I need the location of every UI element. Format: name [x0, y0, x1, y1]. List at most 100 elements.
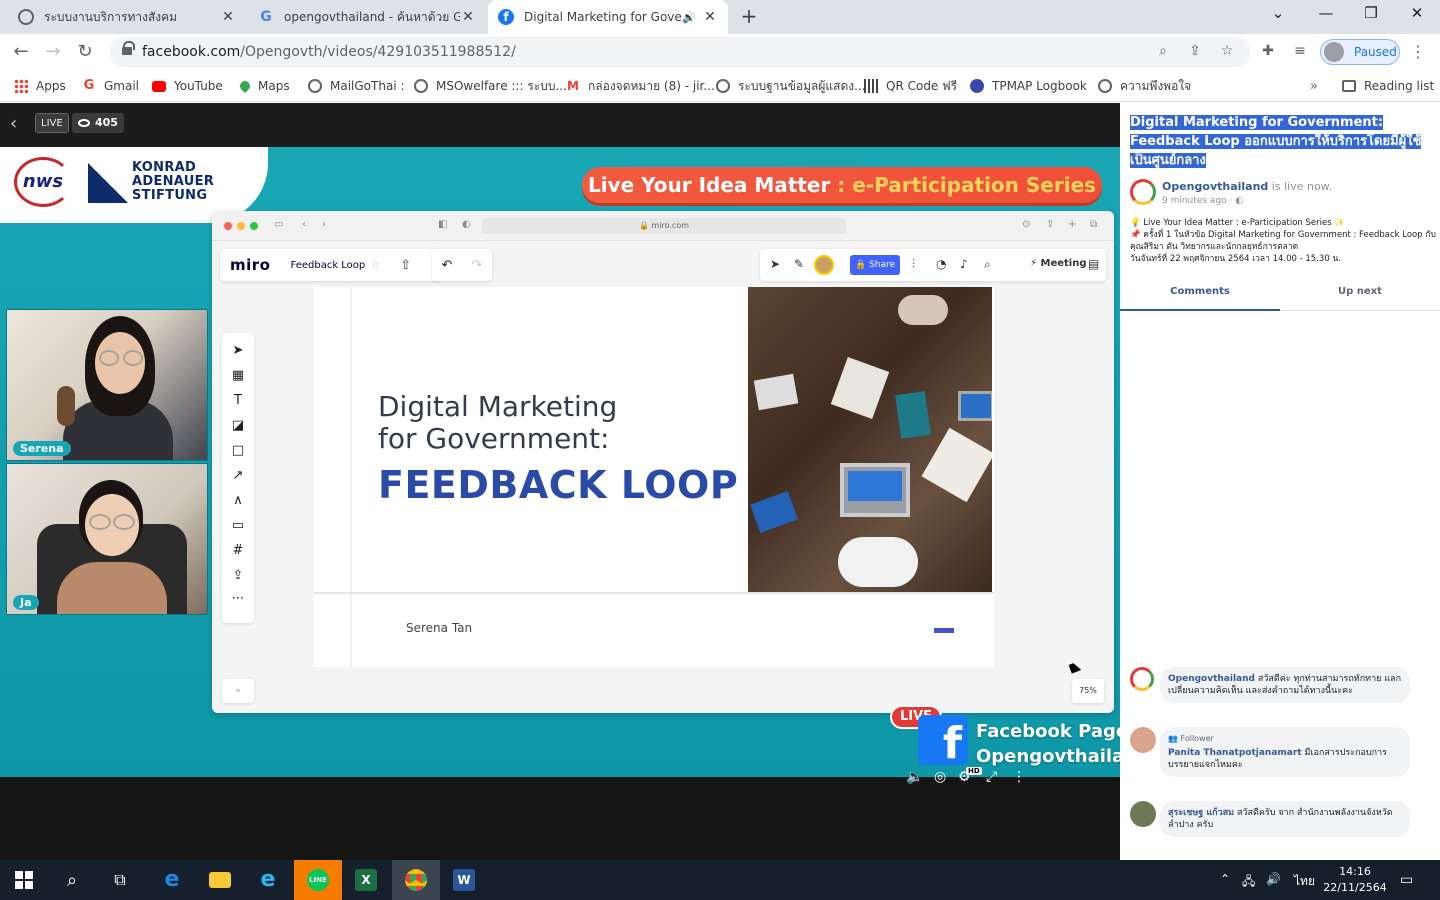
bookmark-apps[interactable]: Apps: [14, 77, 66, 95]
search-button[interactable]: ⌕: [48, 860, 96, 900]
minimize-button[interactable]: —: [1314, 4, 1338, 22]
lock-icon[interactable]: [122, 41, 135, 57]
address-bar[interactable]: facebook.com/Opengovth/videos/4291035119…: [110, 37, 1250, 67]
volume-tray-icon[interactable]: 🔊: [1266, 872, 1281, 886]
chat-bubble-icon[interactable]: ◎: [934, 769, 946, 785]
comment-bubble: Opengovthailand สวัสดีค่ะ ทุกท่านสามารถท…: [1160, 667, 1410, 703]
slide-title: Digital Marketing for Government:: [378, 390, 618, 455]
back-chevron-icon[interactable]: ‹: [10, 113, 17, 134]
bookmark-star-icon[interactable]: ☆: [1218, 43, 1236, 61]
volume-icon[interactable]: 🔈: [906, 769, 923, 785]
search-icon: ⌕: [66, 869, 78, 891]
system-clock[interactable]: 14:16 22/11/2564: [1318, 864, 1392, 896]
video-title[interactable]: Digital Marketing for Government: Feedba…: [1130, 113, 1432, 170]
bookmark-inbox[interactable]: M กล่องจดหมาย (8) - jir...: [566, 77, 715, 95]
photo-paper: [830, 356, 890, 420]
bookmark-gmail[interactable]: G Gmail: [82, 77, 139, 95]
taskbar-file-explorer[interactable]: [196, 860, 244, 900]
photo-screen: [848, 471, 902, 501]
slide-canvas: Digital Marketing for Government: FEEDBA…: [314, 287, 994, 667]
media-control-icon[interactable]: ≡: [1290, 43, 1310, 63]
redo-icon: ↷: [471, 257, 483, 273]
tab-search-icon[interactable]: ⌄: [1266, 4, 1290, 22]
taskbar-word[interactable]: W: [440, 860, 488, 900]
slide-margin-line: [350, 287, 352, 667]
tab-google-search[interactable]: G opengovthailand - ค้นหาด้วย Goo ✕: [248, 0, 486, 34]
bookmark-msowelfare[interactable]: MSOwelfare ::: ระบบ...: [414, 77, 567, 95]
tab-icon: ◧: [438, 219, 448, 230]
notification-icon[interactable]: ▭: [1400, 872, 1413, 888]
google-icon: G: [83, 78, 95, 93]
glasses-icon: [89, 514, 111, 530]
tab-up-next[interactable]: Up next: [1280, 279, 1440, 311]
new-tab-button[interactable]: +: [738, 6, 760, 28]
input-language[interactable]: ไทย: [1294, 872, 1315, 891]
fullscreen-icon[interactable]: ⤢: [986, 769, 997, 785]
commenter-avatar[interactable]: [1130, 727, 1156, 753]
bookmarks-bar: Apps G Gmail YouTube Maps MailGoThai : MS…: [0, 70, 1440, 102]
series-banner: Live Your Idea Matter : e-Participation …: [582, 167, 1102, 203]
task-view-button[interactable]: ⧉: [96, 860, 144, 900]
tab-title: opengovthailand - ค้นหาด้วย Goo: [284, 9, 460, 24]
tray-chevron-icon[interactable]: ⌃: [1220, 872, 1230, 886]
profile-button[interactable]: Paused: [1320, 39, 1400, 65]
video-player[interactable]: ‹ LIVE 405 nws KONRAD ADENAUER STIFTUNG …: [0, 103, 1120, 860]
bookmark-database[interactable]: ระบบฐานข้อมูลผู้แสดง...: [716, 77, 866, 95]
notes-icon: ▤: [1088, 257, 1100, 271]
windows-taskbar: ⌕ ⧉ e e LINE X W ⌃ 🖧 🔊 ไทย 14:16 22/11/2…: [0, 860, 1440, 900]
taskbar-ie[interactable]: e: [244, 860, 292, 900]
close-tab-icon[interactable]: ✕: [460, 9, 476, 25]
chrome-icon: [405, 869, 427, 891]
bookmarks-overflow[interactable]: »: [1310, 77, 1318, 95]
extensions-icon[interactable]: ✚: [1258, 43, 1278, 63]
commenter-avatar[interactable]: [1130, 801, 1156, 827]
qr-code-icon: [864, 79, 878, 93]
upload-icon: ⇧: [400, 257, 412, 273]
tab-social-service[interactable]: ระบบงานบริการทางสังคม ✕: [8, 0, 246, 34]
bookmark-maps[interactable]: Maps: [237, 77, 290, 95]
bookmark-mailgothai[interactable]: MailGoThai :: [308, 77, 405, 95]
eye-icon: [78, 119, 90, 127]
network-icon[interactable]: 🖧: [1242, 872, 1255, 893]
close-window-button[interactable]: ✕: [1405, 4, 1429, 22]
taskbar-chrome[interactable]: [392, 860, 440, 900]
page-name-link[interactable]: Opengovthailand: [1162, 180, 1268, 193]
more-options-icon[interactable]: ⋮: [1012, 769, 1026, 785]
meeting-button: ⚡ Meeting: [1030, 258, 1087, 269]
taskbar-excel[interactable]: X: [342, 860, 390, 900]
reading-list-button[interactable]: Reading list: [1342, 77, 1434, 95]
bookmark-satisfaction[interactable]: ความพึงพอใจ: [1098, 77, 1191, 95]
tab-comments[interactable]: Comments: [1120, 279, 1280, 311]
zoom-icon[interactable]: ⌕: [1154, 43, 1172, 61]
reading-list-icon: [1342, 80, 1356, 92]
bookmark-qrcode[interactable]: QR Code ฟรี: [864, 77, 957, 95]
url-text[interactable]: facebook.com/Opengovth/videos/4291035119…: [142, 44, 516, 60]
share-button: 🔒 Share: [850, 255, 900, 275]
bookmark-tpmap[interactable]: TPMAP Logbook: [970, 77, 1087, 95]
share-icon[interactable]: ⇪: [1186, 43, 1204, 61]
taskbar-edge[interactable]: e: [148, 860, 196, 900]
bookmark-youtube[interactable]: YouTube: [152, 77, 223, 95]
speaker-icon[interactable]: 🔊: [682, 11, 696, 24]
close-tab-icon[interactable]: ✕: [702, 9, 718, 25]
taskbar-line[interactable]: LINE: [294, 860, 342, 900]
tab-digital-marketing[interactable]: f Digital Marketing for Govern 🔊 ✕: [488, 0, 728, 34]
miro-toolbar: miro Feedback Loop ☆ ⇧ ↶ ↷ ➤ ✎ 🔒 Share ⫶…: [220, 249, 1106, 281]
glasses-icon: [99, 350, 119, 366]
start-button[interactable]: [0, 860, 48, 900]
reload-icon[interactable]: ↻: [74, 41, 96, 63]
plus-icon: +: [1068, 219, 1077, 230]
back-icon: ‹: [302, 219, 306, 230]
page-avatar[interactable]: [1130, 179, 1156, 205]
kas-logo-text: KONRAD ADENAUER STIFTUNG: [132, 160, 215, 203]
post-author: Opengovthailand is live now. 9 minutes a…: [1130, 179, 1430, 213]
forward-icon[interactable]: →: [42, 41, 64, 63]
undo-icon: ↶: [441, 257, 453, 273]
close-tab-icon[interactable]: ✕: [220, 9, 236, 25]
restore-button[interactable]: ❐: [1359, 4, 1383, 22]
commenter-avatar[interactable]: [1130, 667, 1154, 691]
comment-bubble: สุระเชษฐ แก้วสม สวัสดีครับ จาก สำนักงานพ…: [1160, 801, 1410, 837]
back-icon[interactable]: ←: [10, 41, 32, 63]
glasses-icon: [123, 350, 143, 366]
menu-kebab-icon[interactable]: ⋮: [1410, 42, 1426, 61]
